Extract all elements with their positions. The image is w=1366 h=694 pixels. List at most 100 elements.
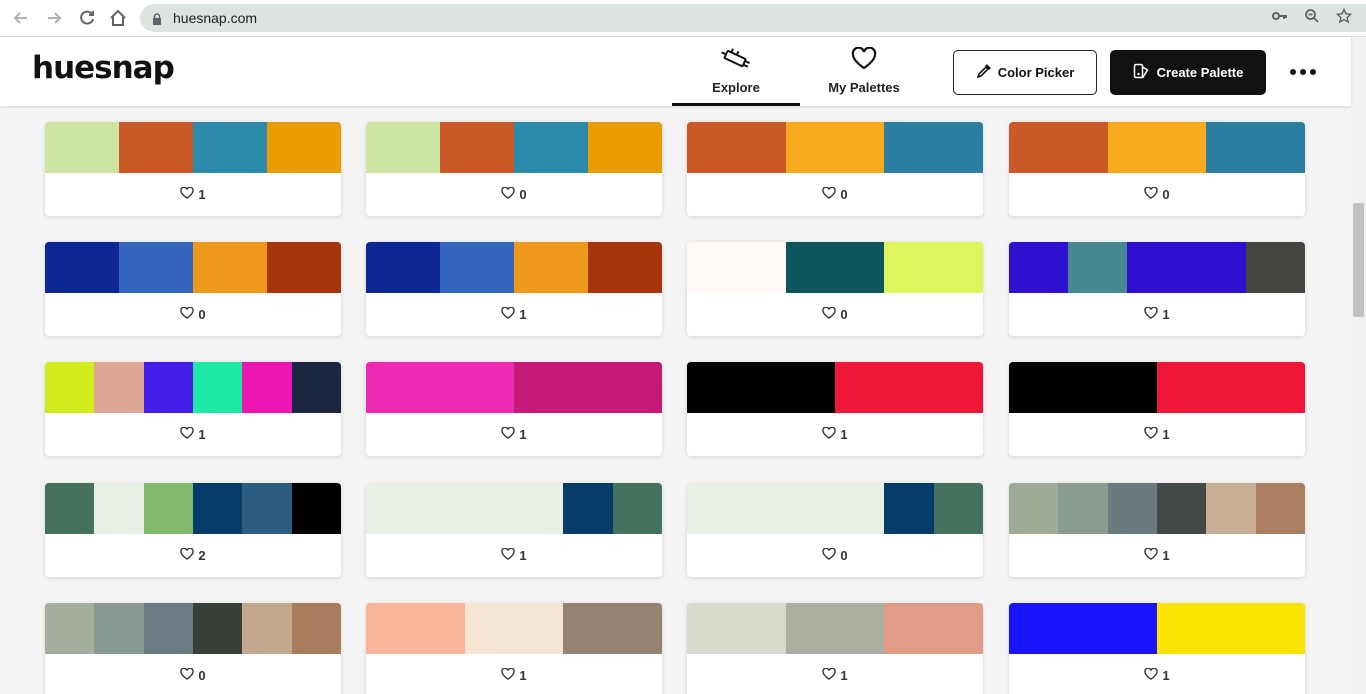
color-swatch[interactable] [785, 242, 885, 293]
color-swatch[interactable] [514, 242, 588, 293]
color-swatch[interactable] [45, 242, 119, 293]
zoom-icon[interactable] [1302, 6, 1322, 26]
home-icon[interactable] [107, 7, 129, 29]
palette-swatches[interactable] [45, 242, 341, 293]
color-swatch[interactable] [366, 362, 514, 413]
color-swatch[interactable] [291, 603, 341, 654]
palette-card[interactable]: 1 [366, 603, 662, 694]
palette-swatches[interactable] [687, 242, 983, 293]
like-button[interactable]: 1 [366, 293, 662, 336]
huesnap-logo[interactable]: huesnap [32, 50, 175, 86]
color-swatch[interactable] [1107, 122, 1207, 173]
color-swatch[interactable] [1206, 483, 1256, 534]
palette-swatches[interactable] [45, 122, 341, 173]
color-swatch[interactable] [1157, 362, 1305, 413]
palette-card[interactable]: 0 [45, 242, 341, 336]
color-swatch[interactable] [291, 362, 341, 413]
color-swatch[interactable] [514, 362, 662, 413]
nav-my-palettes[interactable]: My Palettes [800, 37, 928, 106]
palette-card[interactable]: 1 [1009, 362, 1305, 456]
color-swatch[interactable] [835, 362, 983, 413]
like-button[interactable]: 1 [366, 654, 662, 694]
palette-swatches[interactable] [45, 483, 341, 534]
like-button[interactable]: 1 [1009, 534, 1305, 577]
color-swatch[interactable] [687, 362, 835, 413]
palette-swatches[interactable] [366, 242, 662, 293]
palette-card[interactable]: 1 [1009, 603, 1305, 694]
like-button[interactable]: 1 [1009, 293, 1305, 336]
color-swatch[interactable] [193, 242, 267, 293]
color-swatch[interactable] [884, 242, 983, 293]
palette-card[interactable]: 1 [366, 483, 662, 577]
like-button[interactable]: 1 [45, 413, 341, 456]
palette-card[interactable]: 1 [366, 362, 662, 456]
page-scrollbar[interactable] [1351, 37, 1366, 694]
color-swatch[interactable] [366, 603, 465, 654]
color-swatch[interactable] [785, 122, 885, 173]
color-swatch[interactable] [884, 122, 983, 173]
palette-card[interactable]: 1 [687, 603, 983, 694]
palette-card[interactable]: 1 [45, 362, 341, 456]
color-swatch[interactable] [440, 242, 514, 293]
color-swatch[interactable] [45, 483, 95, 534]
palette-swatches[interactable] [687, 603, 983, 654]
palette-swatches[interactable] [366, 603, 662, 654]
color-swatch[interactable] [687, 483, 737, 534]
color-swatch[interactable] [366, 122, 440, 173]
color-swatch[interactable] [94, 603, 144, 654]
color-swatch[interactable] [143, 483, 193, 534]
color-swatch[interactable] [440, 122, 514, 173]
palette-swatches[interactable] [687, 362, 983, 413]
like-button[interactable]: 0 [687, 173, 983, 216]
color-swatch[interactable] [1068, 242, 1128, 293]
palette-card[interactable]: 0 [687, 483, 983, 577]
palette-card[interactable]: 0 [366, 122, 662, 216]
color-swatch[interactable] [242, 603, 292, 654]
color-swatch[interactable] [1009, 242, 1069, 293]
color-swatch[interactable] [563, 483, 613, 534]
palette-swatches[interactable] [1009, 483, 1305, 534]
palette-swatches[interactable] [1009, 242, 1305, 293]
palette-swatches[interactable] [45, 362, 341, 413]
color-swatch[interactable] [45, 122, 119, 173]
color-swatch[interactable] [834, 483, 885, 534]
color-swatch[interactable] [687, 603, 786, 654]
more-menu-icon[interactable] [1288, 65, 1318, 79]
like-button[interactable]: 0 [45, 293, 341, 336]
color-swatch[interactable] [514, 122, 588, 173]
palette-card[interactable]: 0 [1009, 122, 1305, 216]
palette-card[interactable]: 0 [687, 242, 983, 336]
color-swatch[interactable] [192, 483, 243, 534]
palette-card[interactable]: 0 [45, 603, 341, 694]
color-swatch[interactable] [415, 483, 465, 534]
palette-card[interactable]: 2 [45, 483, 341, 577]
color-swatch[interactable] [1156, 483, 1207, 534]
like-button[interactable]: 1 [1009, 413, 1305, 456]
like-button[interactable]: 0 [366, 173, 662, 216]
palette-swatches[interactable] [687, 122, 983, 173]
color-swatch[interactable] [588, 242, 662, 293]
address-bar[interactable]: huesnap.com [140, 4, 1366, 32]
like-button[interactable]: 0 [1009, 173, 1305, 216]
color-swatch[interactable] [884, 603, 983, 654]
like-button[interactable]: 2 [45, 534, 341, 577]
color-swatch[interactable] [1186, 242, 1246, 293]
color-swatch[interactable] [45, 603, 95, 654]
color-swatch[interactable] [1009, 483, 1059, 534]
palette-swatches[interactable] [1009, 122, 1305, 173]
like-button[interactable]: 1 [45, 173, 341, 216]
color-swatch[interactable] [143, 362, 193, 413]
color-swatch[interactable] [366, 483, 416, 534]
color-swatch[interactable] [267, 242, 341, 293]
color-swatch[interactable] [1058, 483, 1108, 534]
color-swatch[interactable] [119, 122, 193, 173]
color-swatch[interactable] [143, 603, 193, 654]
color-swatch[interactable] [94, 362, 144, 413]
color-swatch[interactable] [193, 122, 267, 173]
color-swatch[interactable] [464, 603, 564, 654]
color-swatch[interactable] [1009, 122, 1108, 173]
color-swatch[interactable] [1127, 242, 1187, 293]
key-icon[interactable] [1270, 6, 1290, 26]
palette-swatches[interactable] [366, 362, 662, 413]
color-swatch[interactable] [366, 242, 440, 293]
